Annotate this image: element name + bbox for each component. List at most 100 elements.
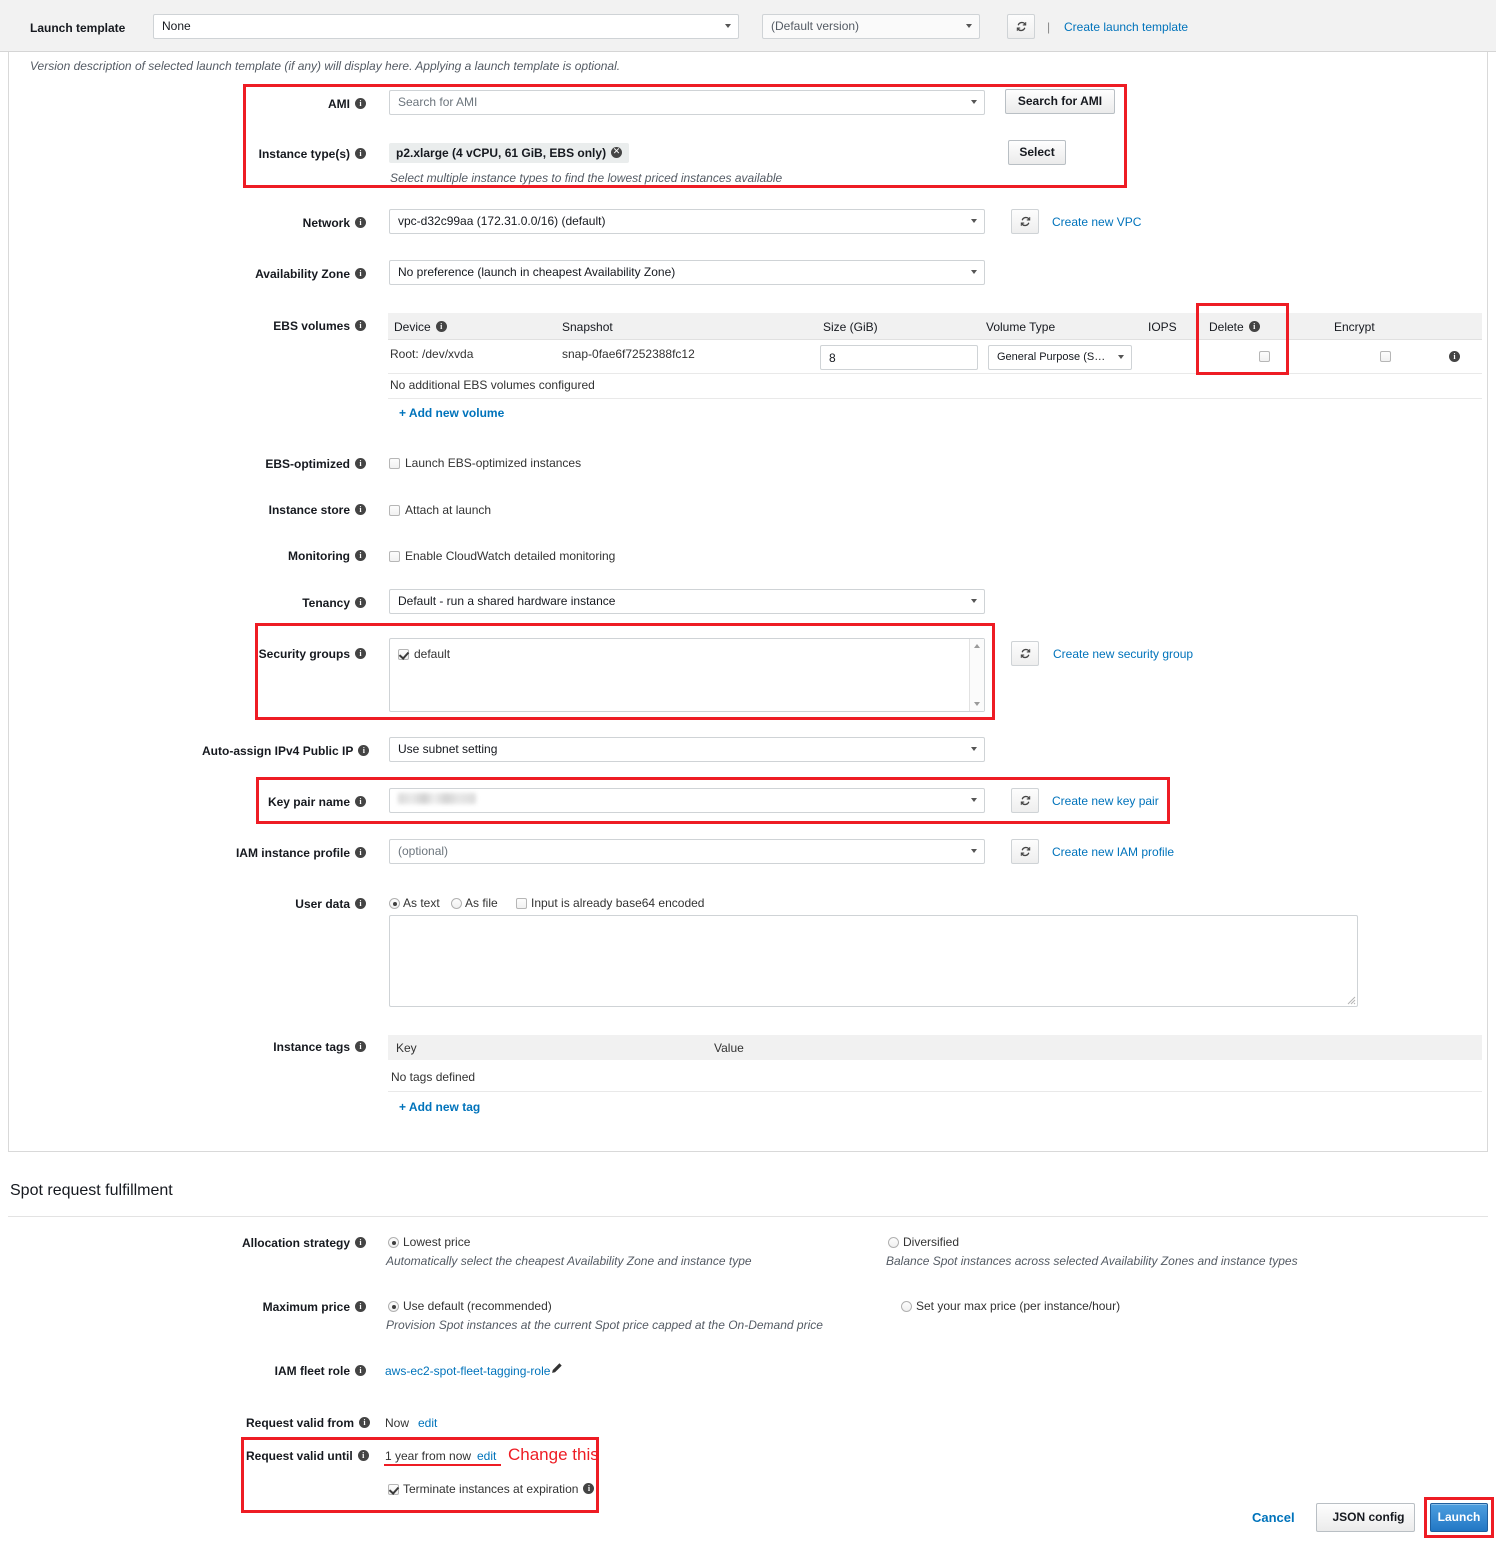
user-data-as-file-radio[interactable] [451,898,462,909]
chevron-down-icon [1118,355,1124,359]
json-config-button[interactable]: JSON config [1316,1503,1415,1532]
info-icon[interactable] [355,847,366,859]
ebs-table-header [388,313,1482,340]
info-icon[interactable] [355,597,366,609]
user-data-base64-label[interactable]: Input is already base64 encoded [531,896,704,910]
select-instance-types-button[interactable]: Select [1008,140,1066,165]
security-group-checkbox-default[interactable] [398,649,409,660]
ebs-optimized-checkbox-label[interactable]: Launch EBS-optimized instances [405,456,581,470]
refresh-iam-profile-button[interactable] [1011,839,1039,864]
info-icon[interactable] [355,268,366,280]
user-data-as-text-label[interactable]: As text [403,896,440,910]
info-icon[interactable] [355,1365,366,1377]
info-icon[interactable] [583,1483,595,1495]
info-icon[interactable] [435,321,447,333]
user-data-textarea[interactable] [389,915,1358,1007]
request-valid-from-edit-link[interactable]: edit [418,1416,437,1430]
tenancy-select[interactable]: Default - run a shared hardware instance [389,589,985,614]
security-groups-scrollbar[interactable] [969,639,984,711]
ebs-size-input[interactable] [820,345,978,370]
launch-template-select[interactable]: None [153,14,739,39]
scroll-up-icon[interactable] [974,644,980,648]
max-price-use-default-radio[interactable] [388,1301,399,1312]
add-new-volume-link[interactable]: + Add new volume [399,406,504,420]
refresh-key-pair-button[interactable] [1011,788,1039,813]
scroll-down-icon[interactable] [974,702,980,706]
terminate-at-expiration-label[interactable]: Terminate instances at expiration [403,1482,595,1496]
max-price-custom-radio[interactable] [901,1301,912,1312]
instance-store-checkbox[interactable] [389,505,400,516]
user-data-as-text-radio[interactable] [389,898,400,909]
network-select[interactable]: vpc-d32c99aa (172.31.0.0/16) (default) [389,209,985,234]
cancel-button[interactable]: Cancel [1252,1510,1295,1525]
remove-chip-icon[interactable]: ✕ [611,147,623,159]
max-price-custom-label[interactable]: Set your max price (per instance/hour) [916,1299,1120,1313]
info-icon[interactable] [355,550,366,562]
allocation-strategy-label: Allocation strategy [226,1236,366,1250]
ami-search-input[interactable]: Search for AMI [389,90,985,115]
refresh-security-groups-button[interactable] [1011,641,1039,666]
ebs-col-snapshot: Snapshot [562,320,613,334]
create-new-iam-profile-link[interactable]: Create new IAM profile [1052,845,1174,859]
iam-profile-select[interactable]: (optional) [389,839,985,864]
key-pair-select[interactable] [389,788,985,813]
auto-assign-ip-select[interactable]: Use subnet setting [389,737,985,762]
allocation-lowest-price-radio[interactable] [388,1237,399,1248]
edit-pencil-icon[interactable] [550,1362,563,1375]
terminate-at-expiration-checkbox[interactable] [388,1484,399,1495]
user-data-base64-checkbox[interactable] [516,898,527,909]
allocation-diversified-radio[interactable] [888,1237,899,1248]
info-icon[interactable] [355,1301,366,1313]
refresh-icon [1020,795,1030,806]
ebs-encrypt-checkbox[interactable] [1380,351,1391,362]
add-new-tag-link[interactable]: + Add new tag [399,1100,480,1114]
search-for-ami-button[interactable]: Search for AMI [1005,89,1115,114]
info-icon[interactable] [355,898,366,910]
ebs-volume-type-select[interactable]: General Purpose (SSD) [988,345,1132,370]
info-icon[interactable] [359,1417,371,1429]
refresh-icon [1020,846,1030,857]
allocation-diversified-label[interactable]: Diversified [903,1235,959,1249]
info-icon[interactable] [355,458,366,470]
user-data-as-file-label[interactable]: As file [465,896,498,910]
instance-types-label: Instance type(s) [246,147,366,161]
instance-store-label: Instance store [246,503,366,517]
monitoring-checkbox-label[interactable]: Enable CloudWatch detailed monitoring [405,549,615,563]
availability-zone-select[interactable]: No preference (launch in cheapest Availa… [389,260,985,285]
max-price-use-default-label[interactable]: Use default (recommended) [403,1299,552,1313]
ebs-optimized-checkbox[interactable] [389,458,400,469]
allocation-lowest-price-label[interactable]: Lowest price [403,1235,470,1249]
launch-button[interactable]: Launch [1430,1503,1488,1532]
refresh-network-button[interactable] [1011,209,1039,234]
info-icon[interactable] [355,320,366,332]
chevron-down-icon [971,100,977,104]
create-new-security-group-link[interactable]: Create new security group [1053,647,1193,661]
launch-template-version-value: (Default version) [771,19,860,33]
info-icon[interactable] [355,1237,366,1249]
info-icon[interactable] [1248,321,1260,333]
iam-fleet-role-value[interactable]: aws-ec2-spot-fleet-tagging-role [385,1364,550,1378]
launch-template-version-select[interactable]: (Default version) [762,14,980,39]
security-groups-listbox[interactable]: default [389,638,985,712]
ebs-col-encrypt: Encrypt [1334,320,1375,334]
create-launch-template-link[interactable]: Create launch template [1064,20,1188,34]
security-group-name-default: default [414,647,451,661]
info-icon[interactable] [355,148,366,160]
info-icon[interactable] [357,1450,369,1462]
create-new-key-pair-link[interactable]: Create new key pair [1052,794,1159,808]
instance-type-chip[interactable]: p2.xlarge (4 vCPU, 61 GiB, EBS only) ✕ [389,143,630,163]
refresh-launch-template-button[interactable] [1007,14,1035,39]
create-new-vpc-link[interactable]: Create new VPC [1052,215,1141,229]
info-icon[interactable] [355,648,366,660]
request-valid-until-edit-link[interactable]: edit [477,1449,496,1463]
info-icon[interactable] [355,504,366,516]
info-icon[interactable] [355,98,366,110]
encrypt-info-icon[interactable] [1449,351,1460,362]
spot-fulfillment-title: Spot request fulfillment [10,1182,173,1199]
ebs-delete-checkbox[interactable] [1259,351,1270,362]
info-icon[interactable] [355,1041,366,1053]
instance-store-checkbox-label[interactable]: Attach at launch [405,503,491,517]
info-icon[interactable] [355,796,366,808]
info-icon[interactable] [355,217,366,229]
monitoring-checkbox[interactable] [389,551,400,562]
